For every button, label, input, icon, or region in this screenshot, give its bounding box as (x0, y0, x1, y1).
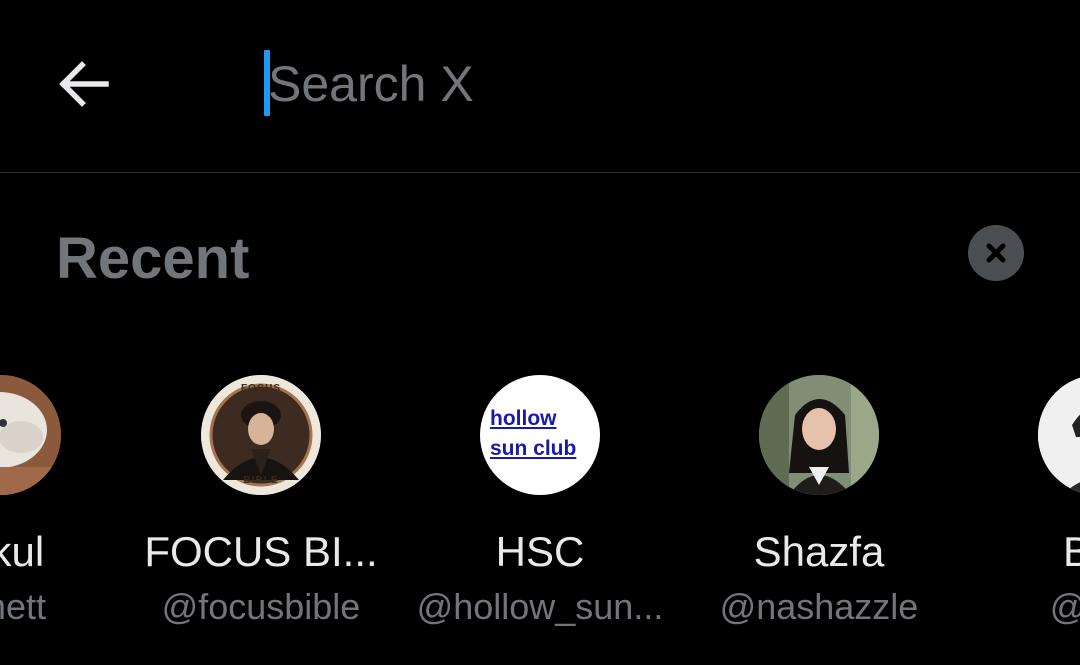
recent-heading: Recent (56, 226, 250, 291)
recent-account-item[interactable]: Shazfa @nashazzle (679, 370, 959, 640)
arrow-left-icon (59, 61, 109, 107)
recent-account-item[interactable]: FOCUS BIBLE FOCUS BI... @focusbible (121, 370, 401, 640)
recent-account-item[interactable]: hollow sun club HSC @hollow_sun... (400, 370, 680, 640)
recent-account-item[interactable]: BRI @brig (958, 370, 1080, 640)
search-field[interactable] (262, 46, 1028, 122)
account-name: ttikul (0, 528, 45, 575)
recent-accounts-list: ttikul umett FOCUS BIBLE FOCUS BI... @fo… (0, 370, 1080, 640)
avatar-text-line2: sun club (490, 437, 577, 460)
account-handle: @hollow_sun... (416, 586, 664, 627)
avatar: hollow sun club (480, 375, 600, 495)
account-handle: @brig (958, 586, 1080, 628)
avatar (0, 375, 61, 495)
close-icon (986, 243, 1006, 263)
avatar (1038, 375, 1080, 495)
account-handle: umett (0, 586, 47, 627)
search-input[interactable] (262, 46, 1028, 122)
recent-account-item[interactable]: ttikul umett (0, 370, 141, 640)
back-button[interactable] (52, 52, 116, 116)
avatar: FOCUS BIBLE (201, 375, 321, 495)
account-name: FOCUS BI... (144, 528, 378, 575)
avatar (759, 375, 879, 495)
avatar-text-top: FOCUS (241, 383, 281, 394)
account-handle: @nashazzle (719, 586, 919, 627)
account-name: Shazfa (753, 528, 885, 575)
clear-recent-button[interactable] (968, 225, 1024, 281)
top-bar (0, 0, 1080, 172)
header-divider (0, 172, 1080, 173)
avatar-text-line1: hollow (490, 407, 557, 430)
account-name: BRI (1062, 528, 1080, 575)
text-cursor (264, 50, 270, 116)
account-handle: @focusbible (161, 586, 361, 627)
account-name: HSC (495, 528, 585, 575)
avatar-text-bottom: BIBLE (243, 475, 279, 486)
